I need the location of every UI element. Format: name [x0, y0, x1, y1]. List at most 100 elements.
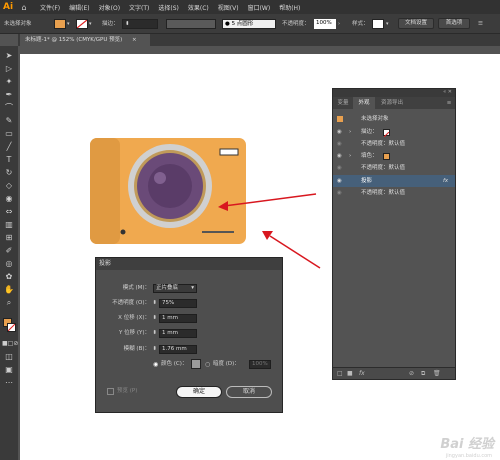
opacity-input[interactable]: 100%	[314, 19, 336, 29]
tab-asset-export[interactable]: 资源导出	[375, 97, 409, 109]
add-stroke-icon[interactable]: □	[337, 368, 343, 379]
pencil-tool-icon[interactable]: ✎	[2, 115, 16, 127]
preferences-button[interactable]: 首选项	[438, 18, 470, 29]
ok-button[interactable]: 确定	[176, 386, 222, 398]
rotate-tool-icon[interactable]: ↻	[2, 167, 16, 179]
visibility-eye-icon[interactable]: ◉	[337, 175, 342, 187]
stroke-weight-select[interactable]: ⬍	[122, 19, 158, 29]
appearance-row-drop-shadow[interactable]: ◉ 投影 fx	[333, 175, 455, 187]
style-swatch[interactable]	[372, 19, 384, 29]
shape-builder-tool-icon[interactable]: ◉	[2, 193, 16, 205]
preview-checkbox[interactable]	[107, 388, 114, 395]
appearance-row-fill-opacity[interactable]: ◉ 不透明度：默认值	[333, 162, 455, 174]
appearance-row-stroke[interactable]: ◉ › 描边：	[333, 126, 455, 138]
appearance-row-stroke-opacity[interactable]: ◉ 不透明度：默认值	[333, 138, 455, 150]
visibility-eye-icon[interactable]: ◉	[337, 126, 342, 138]
fill-swatch[interactable]	[383, 153, 390, 160]
brush-select[interactable]: ● 5 点圆形	[222, 19, 276, 29]
type-tool-icon[interactable]: T	[2, 154, 16, 166]
document-settings-button[interactable]: 文档设置	[398, 18, 434, 29]
chevron-down-icon[interactable]: ▾	[89, 19, 92, 29]
draw-mode-icon[interactable]: ◫	[2, 351, 16, 363]
chevron-right-icon[interactable]: ›	[349, 126, 351, 138]
appearance-row-opacity[interactable]: ◉ 不透明度：默认值	[333, 187, 455, 199]
darkness-input[interactable]: 100%	[249, 360, 271, 369]
screen-mode-icon[interactable]: ▣	[2, 364, 16, 376]
more-tools-icon[interactable]: ⋯	[2, 377, 16, 389]
stepper-icon[interactable]: ⬍	[151, 345, 157, 354]
opacity-input[interactable]: 75%	[159, 299, 197, 308]
chevron-right-icon[interactable]: ›	[349, 150, 351, 162]
fill-swatch[interactable]	[54, 19, 66, 29]
appearance-row-fill[interactable]: ◉ › 填色：	[333, 150, 455, 162]
add-effect-icon[interactable]: fx	[359, 368, 365, 379]
gradient-tool-icon[interactable]: ▥	[2, 219, 16, 231]
color-mode-icons[interactable]: ■□⊘	[2, 338, 18, 350]
chevron-down-icon[interactable]: ▾	[386, 19, 389, 29]
align-icon[interactable]: ☰	[478, 19, 483, 29]
visibility-eye-icon[interactable]: ◉	[337, 150, 342, 162]
darkness-radio[interactable]: ○	[205, 360, 210, 369]
symbol-sprayer-tool-icon[interactable]: ✿	[2, 271, 16, 283]
stroke-color-icon[interactable]	[7, 323, 16, 332]
watermark-logo: Bai 经验	[440, 437, 494, 452]
chevron-right-icon[interactable]: ›	[338, 19, 340, 29]
panel-footer: □ ■ fx ⊘ ⧉ 🗑	[333, 367, 455, 379]
menu-effect[interactable]: 效果(C)	[188, 3, 209, 12]
mode-select[interactable]: 正片叠底 ▾	[153, 284, 197, 293]
object-swatch	[337, 116, 343, 122]
panel-menu-icon[interactable]: ≡	[443, 97, 455, 109]
direct-selection-tool-icon[interactable]: ▷	[2, 63, 16, 75]
clear-appearance-icon[interactable]: ⊘	[409, 368, 414, 379]
visibility-eye-icon[interactable]: ◉	[337, 187, 342, 199]
home-icon[interactable]: ⌂	[17, 3, 31, 12]
stepper-icon[interactable]: ⬍	[151, 299, 157, 308]
stepper-icon[interactable]: ⬍	[151, 329, 157, 338]
menu-object[interactable]: 对象(O)	[99, 3, 120, 12]
menu-view[interactable]: 视图(V)	[218, 3, 239, 12]
visibility-eye-icon[interactable]: ◉	[337, 138, 342, 150]
delete-icon[interactable]: 🗑	[433, 368, 441, 379]
width-tool-icon[interactable]: ⇔	[2, 206, 16, 218]
visibility-eye-icon[interactable]: ◉	[337, 162, 342, 174]
x-offset-input[interactable]: 1 mm	[159, 314, 197, 323]
zoom-tool-icon[interactable]: ⌕	[2, 297, 16, 309]
stepper-icon[interactable]: ⬍	[151, 314, 157, 323]
pen-tool-icon[interactable]: ✒	[2, 89, 16, 101]
stroke-swatch[interactable]	[76, 19, 88, 29]
blend-tool-icon[interactable]: ◎	[2, 258, 16, 270]
rectangle-tool-icon[interactable]: ▭	[2, 128, 16, 140]
fx-icon[interactable]: fx	[443, 175, 448, 187]
document-tab[interactable]: 未标题-1* @ 152% (CMYK/GPU 预览) ×	[20, 34, 150, 46]
y-offset-input[interactable]: 1 mm	[159, 329, 197, 338]
mesh-tool-icon[interactable]: ⊞	[2, 232, 16, 244]
control-bar: 未选择对象 ▾ ▾ 描边： ⬍ ● 5 点圆形 不透明度： 100% › 样式：…	[0, 14, 500, 34]
cancel-button[interactable]: 取消	[226, 386, 272, 398]
brush-value: 5 点圆形	[231, 21, 254, 27]
color-radio[interactable]: ◉	[153, 360, 158, 369]
selection-status: 未选择对象	[4, 21, 32, 27]
add-fill-icon[interactable]: ■	[347, 368, 353, 379]
selection-tool-icon[interactable]: ➤	[2, 50, 16, 62]
variable-width-select[interactable]	[166, 19, 216, 29]
eraser-tool-icon[interactable]: ◇	[2, 180, 16, 192]
menu-select[interactable]: 选择(S)	[158, 3, 179, 12]
duplicate-icon[interactable]: ⧉	[421, 368, 425, 379]
stroke-swatch[interactable]	[383, 129, 390, 138]
menu-file[interactable]: 文件(F)	[40, 3, 60, 12]
chevron-down-icon[interactable]: ▾	[67, 19, 70, 29]
menu-window[interactable]: 窗口(W)	[248, 3, 271, 12]
brush-tool-icon[interactable]: ╱	[2, 141, 16, 153]
menu-help[interactable]: 帮助(H)	[279, 3, 300, 12]
blur-input[interactable]: 1.76 mm	[159, 345, 197, 354]
menu-edit[interactable]: 编辑(E)	[69, 3, 89, 12]
curvature-tool-icon[interactable]: ⌒	[2, 102, 16, 114]
eyedropper-tool-icon[interactable]: ✐	[2, 245, 16, 257]
shadow-color-swatch[interactable]	[191, 359, 201, 369]
hand-tool-icon[interactable]: ✋	[2, 284, 16, 296]
magic-wand-tool-icon[interactable]: ✦	[2, 76, 16, 88]
tab-variables[interactable]: 变量	[333, 97, 353, 109]
close-icon[interactable]: ×	[132, 37, 137, 43]
tab-appearance[interactable]: 外观	[353, 97, 375, 109]
menu-type[interactable]: 文字(T)	[129, 3, 149, 12]
